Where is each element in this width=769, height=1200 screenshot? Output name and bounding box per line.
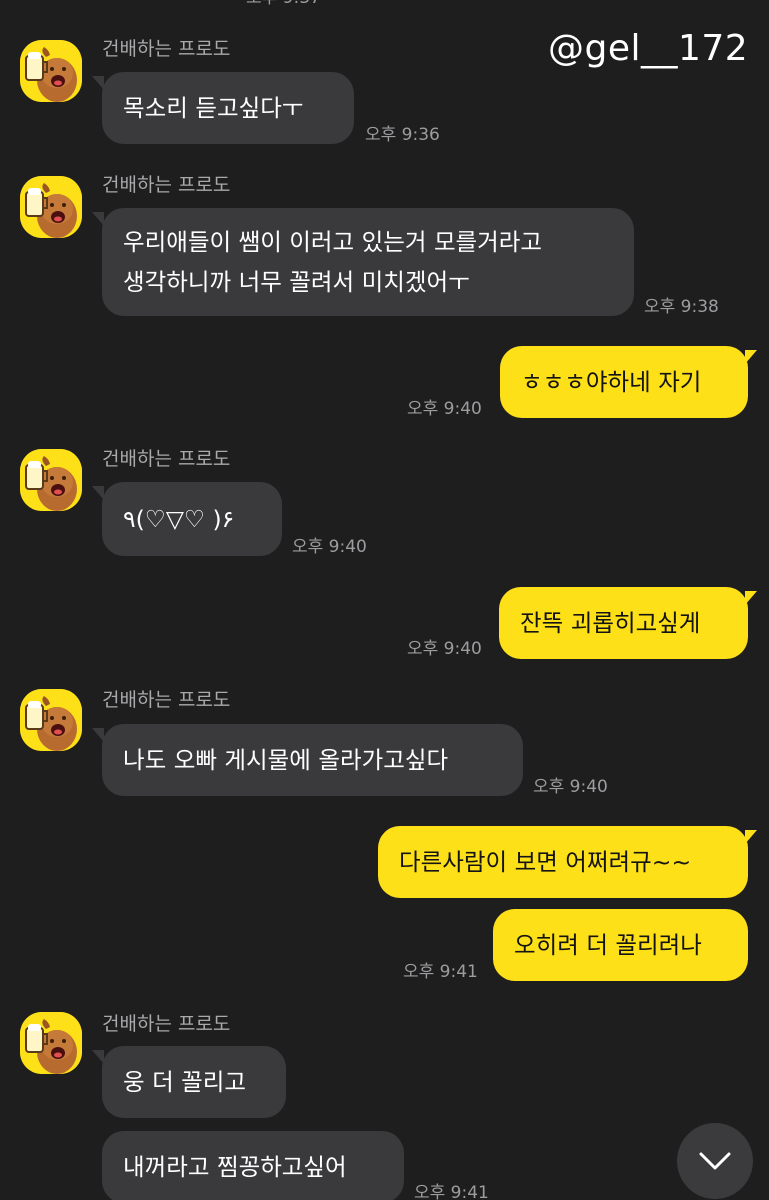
message-bubble[interactable]: 웅 더 꼴리고	[102, 1046, 286, 1118]
message-bubble[interactable]: 우리애들이 쌤이 이러고 있는거 모를거라고 생각하니까 너무 꼴려서 미치겠어…	[102, 208, 634, 316]
message-time: 오후 9:38	[644, 297, 719, 317]
message-text: 우리애들이 쌤이 이러고 있는거 모를거라고	[123, 228, 543, 256]
message-text: 잔뜩 괴롭히고싶게	[520, 609, 701, 637]
chevron-down-icon	[699, 1152, 731, 1170]
chat-view[interactable]: 오후 9:37 @gel__172 건배하는 프로도 목소리 듣고싶다ㅜ 오후 …	[0, 0, 769, 1200]
message-text: 생각하니까 너무 꼴려서 미치겠어ㅜ	[123, 268, 470, 296]
message-bubble[interactable]: 잔뜩 괴롭히고싶게	[499, 587, 748, 659]
message-bubble[interactable]: 다른사람이 보면 어쩌려규~~	[378, 826, 748, 898]
frodo-beer-icon[interactable]	[20, 40, 82, 102]
message-time: 오후 9:40	[407, 399, 482, 419]
sender-name: 건배하는 프로도	[102, 1013, 231, 1035]
message-text: ㅎㅎㅎ야하네 자기	[521, 368, 702, 396]
message-bubble[interactable]: 목소리 듣고싶다ㅜ	[102, 72, 354, 144]
message-bubble[interactable]: 오히려 더 꼴리려나	[493, 909, 748, 981]
message-time: 오후 9:37	[246, 0, 321, 9]
message-time: 오후 9:40	[407, 639, 482, 659]
sender-name: 건배하는 프로도	[102, 174, 231, 196]
frodo-beer-icon[interactable]	[20, 1012, 82, 1074]
message-text: 목소리 듣고싶다ㅜ	[123, 94, 304, 122]
message-text: ٩(♡▽♡ )۶	[123, 505, 235, 533]
message-time: 오후 9:40	[292, 537, 367, 557]
watermark-text: @gel__172	[548, 28, 749, 69]
sender-name: 건배하는 프로도	[102, 448, 231, 470]
message-time: 오후 9:41	[403, 962, 478, 982]
message-text: 웅 더 꼴리고	[123, 1068, 247, 1096]
message-time: 오후 9:40	[533, 777, 608, 797]
frodo-beer-icon[interactable]	[20, 176, 82, 238]
message-text: 내꺼라고 찜꽁하고싶어	[123, 1153, 347, 1181]
message-text: 나도 오빠 게시물에 올라가고싶다	[123, 746, 449, 774]
message-text: 오히려 더 꼴리려나	[514, 931, 702, 959]
message-bubble[interactable]: 내꺼라고 찜꽁하고싶어	[102, 1131, 404, 1200]
message-bubble[interactable]: ㅎㅎㅎ야하네 자기	[500, 346, 748, 418]
sender-name: 건배하는 프로도	[102, 38, 231, 60]
message-time: 오후 9:36	[365, 125, 440, 145]
sender-name: 건배하는 프로도	[102, 689, 231, 711]
message-bubble[interactable]: ٩(♡▽♡ )۶	[102, 482, 282, 556]
bubble-tail	[745, 830, 757, 844]
bubble-tail	[745, 350, 757, 364]
frodo-beer-icon[interactable]	[20, 689, 82, 751]
bubble-tail	[745, 591, 757, 605]
message-text: 다른사람이 보면 어쩌려규~~	[399, 848, 692, 876]
message-bubble[interactable]: 나도 오빠 게시물에 올라가고싶다	[102, 724, 523, 796]
frodo-beer-icon[interactable]	[20, 449, 82, 511]
message-time: 오후 9:41	[414, 1183, 489, 1200]
scroll-to-bottom-button[interactable]	[677, 1123, 753, 1199]
